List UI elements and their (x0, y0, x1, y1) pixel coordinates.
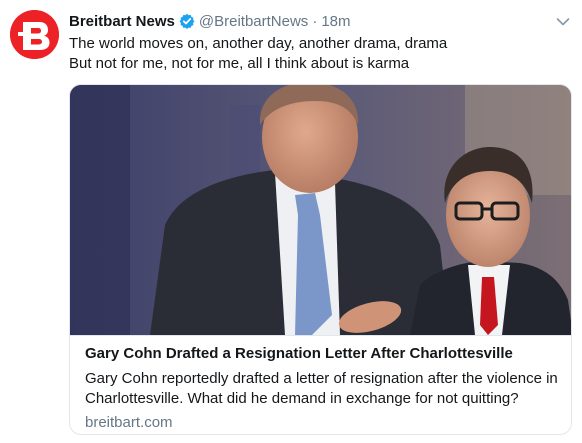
card-image[interactable] (70, 85, 571, 335)
display-name[interactable]: Breitbart News (69, 13, 175, 30)
chevron-down-icon[interactable] (556, 14, 570, 26)
card-description: Gary Cohn reportedly drafted a letter of… (85, 369, 560, 409)
separator-dot: · (312, 12, 318, 30)
user-handle[interactable]: @BreitbartNews (199, 13, 308, 30)
tweet-header: Breitbart News @BreitbartNews · 18m (69, 11, 351, 31)
card-description-line: Gary Cohn reportedly drafted a letter of… (85, 370, 558, 387)
card-description-line: Charlottesville. What did he demand in e… (85, 390, 519, 407)
tweet-text-line: The world moves on, another day, another… (69, 35, 448, 52)
tweet-text-line: But not for me, not for me, all I think … (69, 55, 410, 72)
card-domain[interactable]: breitbart.com (85, 414, 173, 431)
card-title[interactable]: Gary Cohn Drafted a Resignation Letter A… (85, 345, 513, 362)
breitbart-logo-icon (10, 10, 59, 59)
avatar[interactable] (10, 10, 59, 59)
verified-badge-icon (179, 13, 195, 29)
timestamp[interactable]: 18m (321, 13, 350, 30)
tweet: Breitbart News @BreitbartNews · 18m The … (0, 0, 582, 443)
link-card[interactable]: Gary Cohn Drafted a Resignation Letter A… (69, 84, 572, 435)
card-body[interactable]: Gary Cohn Drafted a Resignation Letter A… (70, 335, 571, 434)
tweet-text: The world moves on, another day, another… (69, 34, 564, 74)
